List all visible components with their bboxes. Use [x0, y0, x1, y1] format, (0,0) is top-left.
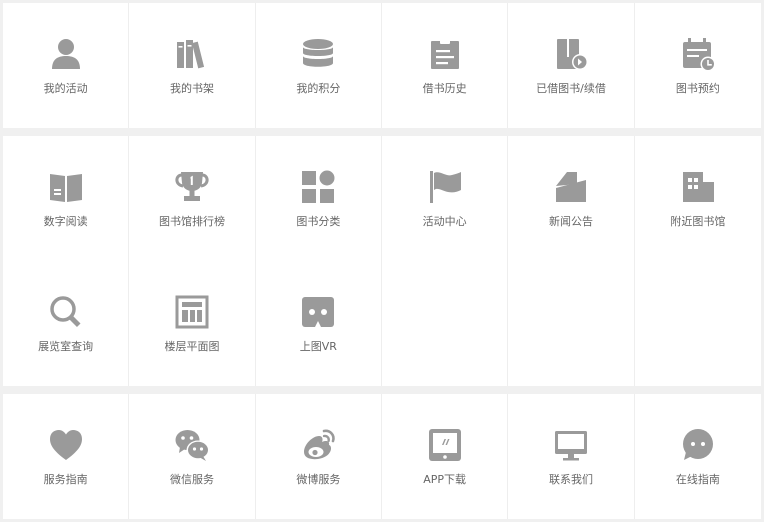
floor-plan-icon — [174, 294, 210, 330]
menu-item-nearby-library[interactable]: 附近图书馆 — [635, 136, 761, 261]
coin-stack-icon — [300, 36, 336, 72]
clipboard-icon — [427, 36, 463, 72]
panel-library: 数字阅读 图书馆排行榜 图书分类 活动中心 新闻公告 附近图书馆 展览室查询 楼… — [3, 136, 761, 386]
menu-item-label: APP下载 — [423, 473, 467, 486]
wechat-icon — [174, 427, 210, 463]
menu-item-label: 图书馆排行榜 — [158, 215, 225, 228]
menu-item-borrow-history[interactable]: 借书历史 — [382, 3, 509, 128]
calendar-clock-icon — [680, 36, 716, 72]
menu-item-library-ranking[interactable]: 图书馆排行榜 — [129, 136, 256, 261]
empty-cell — [382, 261, 509, 386]
book-renew-icon — [553, 36, 589, 72]
menu-item-my-bookshelf[interactable]: 我的书架 — [129, 3, 256, 128]
tablet-icon — [427, 427, 463, 463]
menu-item-wechat-service[interactable]: 微信服务 — [129, 394, 256, 519]
menu-item-label: 上图VR — [299, 340, 337, 353]
menu-item-label: 附近图书馆 — [670, 215, 726, 228]
trophy-icon — [174, 169, 210, 205]
empty-cell — [635, 261, 761, 386]
menu-item-news[interactable]: 新闻公告 — [508, 136, 635, 261]
chat-bubble-icon — [680, 427, 716, 463]
menu-item-app-download[interactable]: APP下载 — [382, 394, 509, 519]
menu-item-service-guide[interactable]: 服务指南 — [3, 394, 130, 519]
menu-item-label: 数字阅读 — [43, 215, 88, 228]
menu-item-my-activities[interactable]: 我的活动 — [3, 3, 130, 128]
menu-item-label: 已借图书/续借 — [536, 82, 606, 95]
vr-glasses-icon — [300, 294, 336, 330]
menu-item-weibo-service[interactable]: 微博服务 — [256, 394, 382, 519]
flag-icon — [427, 169, 463, 205]
menu-item-borrowed-renew[interactable]: 已借图书/续借 — [508, 3, 635, 128]
category-grid-icon — [300, 169, 336, 205]
menu-item-online-guide[interactable]: 在线指南 — [635, 394, 761, 519]
menu-item-label: 在线指南 — [675, 473, 720, 486]
menu-item-label: 图书分类 — [296, 215, 341, 228]
menu-item-label: 楼层平面图 — [164, 340, 220, 353]
weibo-icon — [300, 427, 336, 463]
menu-item-label: 服务指南 — [43, 473, 88, 486]
menu-item-label: 图书预约 — [675, 82, 720, 95]
panel-services: 服务指南 微信服务 微博服务 APP下载 联系我们 在线指南 — [3, 394, 761, 519]
open-book-icon — [48, 169, 84, 205]
menu-item-label: 借书历史 — [422, 82, 467, 95]
menu-item-floor-plan[interactable]: 楼层平面图 — [129, 261, 256, 386]
menu-item-label: 展览室查询 — [38, 340, 94, 353]
menu-item-label: 活动中心 — [422, 215, 467, 228]
menu-item-my-points[interactable]: 我的积分 — [256, 3, 382, 128]
menu-item-vr[interactable]: 上图VR — [256, 261, 382, 386]
menu-item-book-reservation[interactable]: 图书预约 — [635, 3, 761, 128]
building-icon — [680, 169, 716, 205]
menu-item-label: 我的活动 — [43, 82, 88, 95]
heart-icon — [48, 427, 84, 463]
menu-item-contact-us[interactable]: 联系我们 — [508, 394, 635, 519]
panel-personal: 我的活动 我的书架 我的积分 借书历史 已借图书/续借 图书预约 — [3, 3, 761, 128]
bookshelf-icon — [174, 36, 210, 72]
empty-cell — [508, 261, 635, 386]
menu-item-label: 微信服务 — [169, 473, 214, 486]
menu-item-digital-reading[interactable]: 数字阅读 — [3, 136, 130, 261]
menu-item-label: 微博服务 — [296, 473, 341, 486]
person-icon — [48, 36, 84, 72]
monitor-icon — [553, 427, 589, 463]
menu-item-exhibition-search[interactable]: 展览室查询 — [3, 261, 130, 386]
newspaper-icon — [553, 169, 589, 205]
menu-item-label: 新闻公告 — [548, 215, 593, 228]
menu-item-label: 我的书架 — [169, 82, 214, 95]
menu-item-book-categories[interactable]: 图书分类 — [256, 136, 382, 261]
menu-item-label: 联系我们 — [548, 473, 593, 486]
menu-item-activity-center[interactable]: 活动中心 — [382, 136, 509, 261]
search-icon — [48, 294, 84, 330]
menu-item-label: 我的积分 — [296, 82, 341, 95]
service-menu: 我的活动 我的书架 我的积分 借书历史 已借图书/续借 图书预约 数字阅读 图书… — [0, 0, 764, 522]
